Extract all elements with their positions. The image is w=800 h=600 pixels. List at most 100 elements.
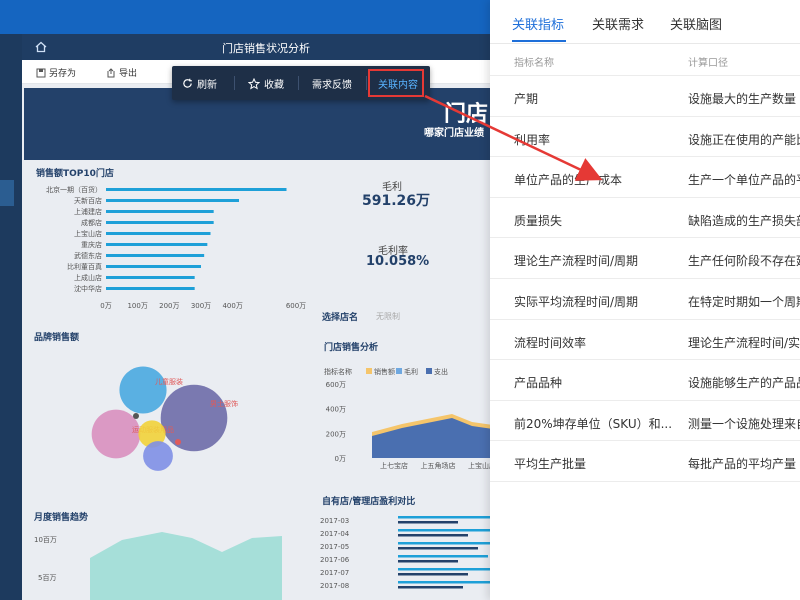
- compare-bar-managed[interactable]: [398, 573, 468, 576]
- top10-bar[interactable]: [106, 210, 214, 213]
- metric-name: 利用率: [514, 132, 551, 147]
- compare-bar-managed[interactable]: [398, 586, 463, 589]
- metric-name: 平均生产批量: [514, 457, 587, 472]
- brand-sales-title: 品牌销售额: [34, 333, 80, 343]
- dashboard-canvas: 门店 哪家门店业绩 销售额TOP10门店 北京一期（百货） 天新百店 上浦建店 成都店…: [22, 84, 500, 600]
- export-button[interactable]: 导出: [106, 66, 137, 79]
- top10-category-label: 比利董百真: [67, 262, 102, 271]
- export-icon: [107, 67, 115, 77]
- tab-related-metrics[interactable]: 关联指标: [512, 14, 564, 33]
- monthly-y-tick: 5百万: [38, 574, 56, 582]
- metric-row[interactable]: 实际平均流程时间/周期 在特定时期如一个周期: [490, 279, 800, 320]
- brand-bubble[interactable]: [133, 413, 139, 419]
- save-as-button[interactable]: 另存为: [36, 66, 76, 79]
- compare-category-label: 2017-07: [320, 569, 349, 577]
- popup-divider: [298, 76, 299, 90]
- metric-row[interactable]: 前20%坤存单位（SKU）和... 测量一个设施处理来自: [490, 401, 800, 442]
- export-label: 导出: [119, 69, 138, 79]
- store-analysis-title: 门店销售分析: [324, 343, 379, 353]
- metric-row[interactable]: 流程时间效率 理论生产流程时间/实: [490, 320, 800, 361]
- top10-category-label: 上浦建店: [74, 207, 102, 216]
- metric-row[interactable]: 利用率 设施正在使用的产能比: [490, 117, 800, 158]
- metric-calc: 缺陷造成的生产损失部: [688, 213, 800, 228]
- monthly-trend-chart: 10百万 5百万: [34, 532, 282, 600]
- top10-bar-chart: 北京一期（百货） 天新百店上浦建店成都店上宝山店重庆店武德东店比利董百真上成山店沈…: [46, 185, 306, 310]
- compare-category-label: 2017-04: [320, 530, 350, 538]
- compare-bar-owned[interactable]: [398, 516, 498, 519]
- metric-row[interactable]: 单位产品的生产成本 生产一个单位产品的平: [490, 157, 800, 198]
- save-as-label: 另存为: [49, 69, 77, 79]
- home-icon[interactable]: [32, 38, 50, 56]
- compare-bar-managed[interactable]: [398, 547, 478, 550]
- top10-x-tick: 300万: [191, 302, 211, 310]
- top10-category-label: 上宝山店: [74, 229, 102, 238]
- top10-bar[interactable]: [106, 232, 211, 235]
- compare-category-label: 2017-08: [320, 582, 349, 590]
- compare-bar-managed[interactable]: [398, 534, 468, 537]
- top10-bar[interactable]: [106, 188, 287, 191]
- tab-related-mindmap[interactable]: 关联脑图: [670, 14, 722, 33]
- refresh-label: 刷新: [197, 80, 217, 91]
- store-area-chart: 指标名称 销售额 毛利 支出0万200万400万600万上七宝店 上五角场店 上宝山店: [324, 367, 500, 470]
- metric-row[interactable]: 平均生产批量 每批产品的平均产量: [490, 441, 800, 482]
- compare-bar-owned[interactable]: [398, 581, 493, 584]
- top10-bar[interactable]: [106, 276, 195, 279]
- top10-bar[interactable]: [106, 254, 205, 257]
- top10-bar[interactable]: [106, 265, 201, 268]
- popup-divider: [234, 76, 235, 90]
- metric-calc: 设施最大的生产数量: [688, 92, 797, 106]
- metric-row[interactable]: 产期 设施最大的生产数量: [490, 76, 800, 117]
- metric-row[interactable]: 产品品种 设施能够生产的产品品: [490, 360, 800, 401]
- top10-bar[interactable]: [106, 221, 214, 224]
- top10-x-tick: 0万: [100, 302, 111, 310]
- brand-bubble[interactable]: [119, 366, 167, 414]
- banner-subtitle: 哪家门店业绩: [424, 128, 484, 139]
- metric-calc: 测量一个设施处理来自: [688, 416, 800, 431]
- legend-label: 销售额: [374, 367, 395, 376]
- metric-row[interactable]: 质量损失 缺陷造成的生产损失部: [490, 198, 800, 239]
- profit-compare-title: 自有店/管理店盈利对比: [322, 497, 416, 507]
- left-sidebar: [0, 34, 22, 600]
- compare-category-label: 2017-06: [320, 556, 350, 564]
- favorite-button[interactable]: 收藏: [248, 76, 284, 91]
- compare-bar-managed[interactable]: [398, 521, 458, 524]
- metric-name: 单位产品的生产成本: [514, 173, 623, 188]
- brand-bubble[interactable]: [160, 384, 228, 452]
- compare-bar-owned[interactable]: [398, 568, 498, 571]
- top10-bar[interactable]: [106, 287, 195, 290]
- profit-compare-chart: 2017-03 2017-04 2017-05 2017-06 2017-07 2017-…: [320, 516, 500, 590]
- metric-name: 产期: [514, 92, 539, 106]
- monthly-area[interactable]: [90, 532, 282, 600]
- top10-x-tick: 100万: [127, 302, 147, 310]
- related-panel: 关联指标 关联需求 关联脑图 指标名称 计算口径 产期 设施最大的生产数量 利用率设…: [490, 0, 800, 600]
- metric-name: 前20%坤存单位（SKU）和...: [514, 416, 673, 431]
- store-select-value[interactable]: 无限制: [376, 311, 400, 322]
- column-header-calc: 计算口径: [688, 58, 728, 69]
- compare-bar-owned[interactable]: [398, 529, 500, 532]
- feedback-button[interactable]: 需求反馈: [312, 76, 352, 91]
- compare-bar-owned[interactable]: [398, 542, 500, 545]
- top10-bar[interactable]: [106, 199, 239, 202]
- brand-bubble[interactable]: [175, 439, 181, 445]
- brand-bubble[interactable]: [143, 441, 173, 471]
- compare-bar-owned[interactable]: [398, 555, 488, 558]
- metric-name: 质量损失: [514, 213, 563, 228]
- metric-name: 产品品种: [514, 376, 563, 391]
- metric-row[interactable]: 理论生产流程时间/周期 生产任何阶段不存在延: [490, 238, 800, 279]
- sidebar-active-item[interactable]: [0, 180, 14, 206]
- tab-related-requirements[interactable]: 关联需求: [592, 14, 644, 33]
- refresh-button[interactable]: 刷新: [182, 76, 217, 91]
- highlight-box: [368, 69, 424, 97]
- brand-bubble-chart: 儿童服装男士服饰运动服装用品: [91, 366, 238, 471]
- brand-bubble[interactable]: [91, 409, 141, 459]
- top10-x-tick: 600万: [286, 302, 306, 310]
- report-title: 门店销售状况分析: [222, 42, 310, 55]
- compare-bar-managed[interactable]: [398, 560, 458, 563]
- top10-category-label: 上成山店: [74, 273, 102, 282]
- metric-name: 流程时间效率: [514, 335, 587, 350]
- metric-name: 实际平均流程时间/周期: [514, 295, 639, 309]
- top10-title: 销售额TOP10门店: [36, 169, 114, 179]
- top10-x-tick: 200万: [159, 302, 179, 310]
- top10-bar[interactable]: [106, 243, 208, 246]
- legend-swatch: [396, 368, 402, 374]
